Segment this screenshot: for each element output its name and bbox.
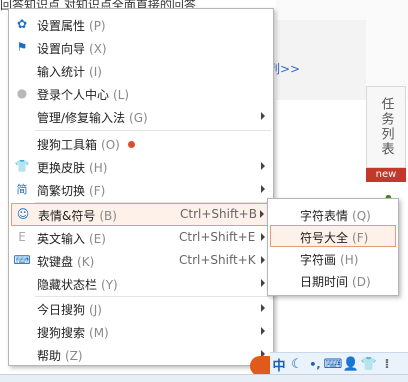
menu-item-login[interactable]: ● 登录个人中心 (L) xyxy=(9,82,273,105)
submenu-arrow-icon xyxy=(261,162,265,170)
notification-dot-icon xyxy=(127,141,135,148)
grid-icon[interactable]: ⁞ xyxy=(378,354,396,374)
keyboard-icon[interactable]: ⌨ xyxy=(324,354,343,374)
shirt-icon[interactable]: 👕 xyxy=(360,354,378,374)
jian-icon: 简 xyxy=(16,183,28,196)
submenu-item-label: 符号大全 xyxy=(300,231,349,245)
menu-item-key: (K) xyxy=(77,255,95,269)
new-badge: new xyxy=(366,168,406,182)
submenu-arrow-icon xyxy=(261,233,265,241)
chinese-mode-toggle[interactable]: 中 xyxy=(270,354,288,374)
sogou-logo-icon[interactable] xyxy=(250,356,270,376)
menu-item-shortcut: Ctrl+Shift+K xyxy=(179,253,256,267)
menu-item-simplified-traditional[interactable]: 简 简繁切换 (F) xyxy=(9,178,273,201)
context-menu: ✿ 设置属性 (P) ⚑ 设置向导 (X) 输入统计 (I) ● 登录个人中心 (L) … xyxy=(8,8,274,366)
menu-item-label: 更换皮肤 xyxy=(37,161,86,175)
menu-item-shortcut: Ctrl+Shift+E xyxy=(179,230,256,244)
submenu-item-char-art[interactable]: 字符画 (H) xyxy=(270,247,396,269)
menu-item-emoji-symbols[interactable]: ☺ 表情&符号 (B) Ctrl+Shift+B xyxy=(11,203,271,226)
menu-item-key: (E) xyxy=(89,232,106,246)
menu-item-key: (G) xyxy=(129,111,148,125)
e-icon: E xyxy=(18,230,26,244)
submenu-arrow-icon xyxy=(261,256,265,264)
submenu-arrow-icon xyxy=(261,279,265,287)
gear-icon: ✿ xyxy=(16,17,28,31)
user-icon[interactable]: 👤 xyxy=(342,354,360,374)
submenu-arrow-icon xyxy=(261,112,265,120)
menu-item-key: (J) xyxy=(89,303,102,317)
keyboard-icon: ⌨ xyxy=(13,253,31,267)
menu-item-label: 设置向导 xyxy=(37,42,86,56)
submenu-item-label: 日期时间 xyxy=(300,275,349,289)
menu-item-label: 软键盘 xyxy=(37,255,74,269)
emoji-symbols-submenu: 字符表情 (Q) 符号大全 (F) 字符画 (H) 日期时间 (D) xyxy=(267,198,399,296)
shirt-icon: 👕 xyxy=(14,159,30,173)
submenu-item-key: (D) xyxy=(352,275,371,289)
menu-item-help[interactable]: 帮助 (Z) xyxy=(9,343,273,366)
menu-separator xyxy=(35,130,271,131)
task-list-tab[interactable]: 任务列表 xyxy=(366,86,406,168)
submenu-item-label: 字符画 xyxy=(300,253,337,267)
submenu-item-key: (Q) xyxy=(352,209,371,223)
menu-item-today-sogou[interactable]: 今日搜狗 (J) xyxy=(9,297,273,320)
menu-item-label: 简繁切换 xyxy=(37,184,86,198)
menu-item-label: 表情&符号 xyxy=(38,209,96,223)
submenu-item-char-emoticons[interactable]: 字符表情 (Q) xyxy=(270,203,396,225)
menu-item-key: (O) xyxy=(101,138,120,152)
menu-item-label: 英文输入 xyxy=(37,232,86,246)
menu-item-sogou-search[interactable]: 搜狗搜索 (M) xyxy=(9,320,273,343)
menu-item-soft-keyboard[interactable]: ⌨ 软键盘 (K) Ctrl+Shift+K xyxy=(9,249,273,272)
menu-item-key: (I) xyxy=(89,65,102,79)
moon-icon[interactable]: ☾ xyxy=(288,354,306,374)
menu-item-label: 搜狗工具箱 xyxy=(37,138,98,152)
menu-item-label: 今日搜狗 xyxy=(37,303,86,317)
flag-icon: ⚑ xyxy=(16,40,28,54)
menu-item-key: (X) xyxy=(89,42,107,56)
menu-item-hide-statusbar[interactable]: 隐藏状态栏 (Y) xyxy=(9,272,273,295)
submenu-item-label: 字符表情 xyxy=(300,209,349,223)
menu-item-key: (M) xyxy=(89,326,109,340)
menu-item-label: 管理/修复输入法 xyxy=(37,111,126,125)
menu-item-label: 帮助 xyxy=(37,349,62,363)
menu-item-key: (L) xyxy=(113,88,130,102)
menu-item-key: (B) xyxy=(99,209,117,223)
menu-item-settings[interactable]: ✿ 设置属性 (P) xyxy=(9,13,273,36)
menu-item-key: (P) xyxy=(89,19,106,33)
submenu-item-key: (F) xyxy=(352,231,369,245)
menu-item-label: 搜狗搜索 xyxy=(37,326,86,340)
submenu-item-date-time[interactable]: 日期时间 (D) xyxy=(270,269,396,291)
submenu-arrow-icon xyxy=(261,327,265,335)
submenu-arrow-icon xyxy=(260,210,264,218)
submenu-item-key: (H) xyxy=(340,253,359,267)
menu-item-key: (H) xyxy=(89,161,108,175)
menu-item-shortcut: Ctrl+Shift+B xyxy=(180,207,257,221)
menu-item-wizard[interactable]: ⚑ 设置向导 (X) xyxy=(9,36,273,59)
menu-item-input-stats[interactable]: 输入统计 (I) xyxy=(9,59,273,82)
menu-item-manage-repair[interactable]: 管理/修复输入法 (G) xyxy=(9,105,273,128)
menu-item-toolbox[interactable]: 搜狗工具箱 (O) xyxy=(9,132,273,155)
menu-item-change-skin[interactable]: 👕 更换皮肤 (H) xyxy=(9,155,273,178)
menu-item-key: (Y) xyxy=(101,278,118,292)
menu-item-label: 登录个人中心 xyxy=(37,88,110,102)
menu-item-label: 设置属性 xyxy=(37,19,86,33)
submenu-arrow-icon xyxy=(261,304,265,312)
smiley-icon: ☺ xyxy=(16,207,30,221)
menu-item-label: 输入统计 xyxy=(37,65,86,79)
punctuation-icon[interactable]: •, xyxy=(306,354,324,374)
menu-item-key: (Z) xyxy=(65,349,83,363)
menu-item-english-input[interactable]: E 英文输入 (E) Ctrl+Shift+E xyxy=(9,226,273,249)
submenu-arrow-icon xyxy=(261,185,265,193)
submenu-item-symbols[interactable]: 符号大全 (F) xyxy=(270,225,396,247)
ime-toolbar: 中 ☾ •, ⌨ 👤 👕 ⁞ xyxy=(270,352,408,375)
user-icon: ● xyxy=(16,86,28,100)
menu-item-label: 隐藏状态栏 xyxy=(37,278,98,292)
menu-item-key: (F) xyxy=(89,184,106,198)
